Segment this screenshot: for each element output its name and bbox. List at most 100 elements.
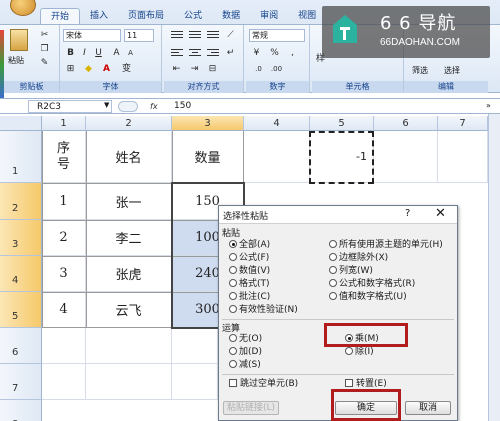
empty-cell[interactable]	[42, 328, 86, 364]
column-header[interactable]: 2	[86, 116, 172, 131]
vertical-scrollbar[interactable]	[488, 114, 500, 421]
italic-icon[interactable]: I	[78, 47, 91, 59]
increase-indent-icon[interactable]: ⇥	[188, 63, 201, 75]
row-header-selected[interactable]: 4	[0, 256, 42, 292]
bold-icon[interactable]: B	[64, 47, 77, 59]
percent-icon[interactable]: %	[268, 47, 281, 59]
paste-link-button[interactable]: 粘贴链接(L)	[223, 401, 279, 415]
phonetic-icon[interactable]: 变	[120, 63, 133, 75]
column-header[interactable]: 1	[42, 116, 86, 131]
wrap-text-icon[interactable]: ↵	[224, 47, 237, 59]
row-header[interactable]: 6	[0, 328, 42, 364]
tab-formulas[interactable]: 公式	[174, 8, 212, 24]
name-cell[interactable]: 张虎	[86, 256, 172, 292]
insert-function-button[interactable]: fx	[150, 100, 164, 113]
close-button[interactable]: ✕	[435, 206, 446, 221]
row-header[interactable]: 8	[0, 400, 42, 421]
empty-cell[interactable]	[86, 328, 172, 364]
row-header[interactable]: 1	[0, 131, 42, 183]
font-shrink-icon[interactable]: A	[124, 47, 137, 59]
paste-button[interactable]: 粘贴	[8, 55, 24, 66]
sort-filter-button[interactable]: 筛选	[412, 65, 428, 76]
paste-icon[interactable]	[10, 29, 28, 51]
copy-icon[interactable]: ❐	[38, 43, 51, 55]
operation-none[interactable]: 无(O)	[229, 334, 262, 345]
paste-option-values-numbers[interactable]: 值和数字格式(U)	[329, 292, 407, 303]
increase-decimal-icon[interactable]: .0	[252, 63, 265, 75]
align-left-icon[interactable]	[170, 47, 184, 58]
tab-data[interactable]: 数据	[212, 8, 250, 24]
office-button[interactable]	[10, 0, 36, 16]
seq-cell[interactable]: 4	[42, 292, 86, 328]
orientation-icon[interactable]: ⟋	[224, 29, 237, 41]
seq-cell[interactable]: 3	[42, 256, 86, 292]
currency-icon[interactable]: ¥	[250, 47, 263, 59]
find-select-button[interactable]: 选择	[444, 65, 460, 76]
comma-icon[interactable]: ,	[286, 47, 299, 59]
help-button[interactable]: ?	[405, 208, 410, 219]
operation-add[interactable]: 加(D)	[229, 347, 262, 358]
empty-cell[interactable]	[374, 131, 438, 183]
column-header[interactable]: 4	[244, 116, 310, 131]
paste-option-column-widths[interactable]: 列宽(W)	[329, 266, 373, 277]
row-header-selected[interactable]: 5	[0, 292, 42, 328]
header-cell-name[interactable]: 姓名	[86, 131, 172, 183]
empty-cell[interactable]	[86, 364, 172, 400]
header-cell-qty[interactable]: 数量	[172, 131, 244, 183]
paste-option-formulas[interactable]: 公式(F)	[229, 253, 269, 264]
name-cell[interactable]: 李二	[86, 220, 172, 256]
decrease-indent-icon[interactable]: ⇤	[170, 63, 183, 75]
paste-option-comments[interactable]: 批注(C)	[229, 292, 270, 303]
paste-option-validation[interactable]: 有效性验证(N)	[229, 305, 298, 316]
paste-option-formulas-numbers[interactable]: 公式和数字格式(R)	[329, 279, 415, 290]
name-box[interactable]: R2C3	[28, 100, 112, 113]
fill-color-icon[interactable]: ◆	[82, 63, 95, 75]
border-icon[interactable]: ⊞	[64, 63, 77, 75]
align-top-icon[interactable]	[170, 29, 184, 40]
name-cell[interactable]: 云飞	[86, 292, 172, 328]
paste-option-formats[interactable]: 格式(T)	[229, 279, 270, 290]
formula-bar-grip-icon[interactable]	[118, 101, 138, 112]
paste-option-source-theme[interactable]: 所有使用源主题的单元(H)	[329, 240, 443, 251]
row-header-selected[interactable]: 2	[0, 183, 42, 220]
skip-blanks-checkbox[interactable]: 跳过空单元(B)	[229, 379, 298, 390]
number-format-select[interactable]: 常规	[249, 29, 305, 42]
align-center-icon[interactable]	[188, 47, 202, 58]
empty-cell[interactable]	[244, 131, 310, 183]
format-painter-icon[interactable]: ✎	[38, 57, 51, 69]
column-header-selected[interactable]: 3	[172, 116, 244, 131]
align-right-icon[interactable]	[206, 47, 220, 58]
underline-icon[interactable]: U	[92, 47, 105, 59]
paste-option-no-borders[interactable]: 边框除外(X)	[329, 253, 388, 264]
formula-value[interactable]: 150	[174, 100, 191, 113]
tab-review[interactable]: 审阅	[250, 8, 288, 24]
row-header[interactable]: 7	[0, 364, 42, 400]
decrease-decimal-icon[interactable]: .00	[270, 63, 283, 75]
select-all-corner[interactable]	[0, 116, 42, 131]
column-header[interactable]: 6	[374, 116, 438, 131]
tab-page-layout[interactable]: 页面布局	[118, 8, 174, 24]
empty-cell[interactable]	[172, 364, 218, 400]
paste-option-values[interactable]: 数值(V)	[229, 266, 270, 277]
align-bottom-icon[interactable]	[206, 29, 220, 40]
tab-view[interactable]: 视图	[288, 8, 326, 24]
column-header[interactable]: 7	[438, 116, 488, 131]
name-box-dropdown-icon[interactable]: ▼	[104, 101, 109, 109]
operation-divide[interactable]: 除(I)	[345, 347, 374, 358]
cancel-button[interactable]: 取消	[405, 401, 451, 415]
row-header-selected[interactable]: 3	[0, 220, 42, 256]
empty-cell[interactable]	[42, 364, 86, 400]
cut-icon[interactable]: ✂	[38, 29, 51, 41]
font-grow-icon[interactable]: A	[110, 47, 123, 59]
column-header[interactable]: 5	[310, 116, 374, 131]
seq-cell[interactable]: 1	[42, 183, 86, 220]
empty-cell[interactable]	[172, 328, 218, 364]
seq-cell[interactable]: 2	[42, 220, 86, 256]
header-cell-seq[interactable]: 序 号	[42, 131, 86, 183]
font-name-select[interactable]: 宋体	[63, 29, 121, 42]
tab-insert[interactable]: 插入	[80, 8, 118, 24]
align-middle-icon[interactable]	[188, 29, 202, 40]
tab-home[interactable]: 开始	[40, 8, 81, 24]
font-color-icon[interactable]: A	[100, 63, 113, 75]
expand-formula-bar-icon[interactable]: »	[486, 101, 491, 110]
